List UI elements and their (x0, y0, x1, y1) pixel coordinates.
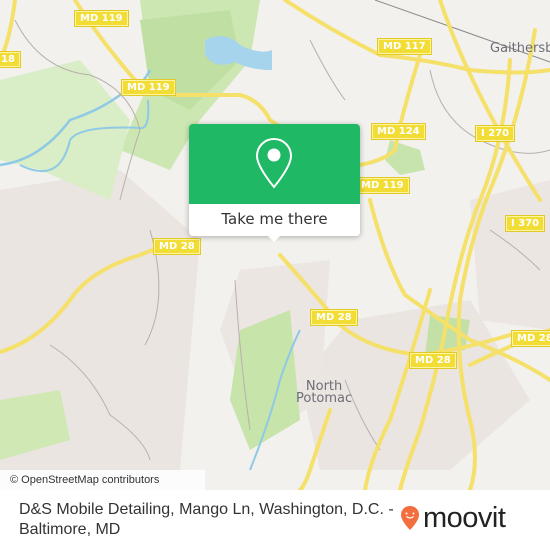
road-shield-md28: MD 28 (153, 238, 201, 255)
location-title: D&S Mobile Detailing, Mango Ln, Washingt… (19, 501, 394, 538)
road-shield-md28: MD 28 (511, 330, 550, 347)
moovit-wordmark: moovit (423, 501, 506, 534)
road-shield-md119: MD 119 (74, 10, 129, 27)
place-label-north-potomac: North Potomac (296, 379, 353, 406)
map-pin-icon (255, 137, 293, 189)
road-shield-md119: MD 119 (121, 79, 176, 96)
road-shield-md28: MD 28 (310, 309, 358, 326)
moovit-pin-icon (401, 506, 419, 530)
footer: D&S Mobile Detailing, Mango Ln, Washingt… (0, 490, 550, 550)
map-tiles (0, 0, 550, 490)
road-shield-md124: MD 124 (371, 123, 426, 140)
road-shield-md117: MD 117 (377, 38, 432, 55)
road-shield-md118: 18 (0, 51, 21, 68)
take-me-there-button[interactable]: Take me there (189, 204, 360, 236)
map-attribution[interactable]: © OpenStreetMap contributors (0, 470, 205, 490)
map[interactable]: MD 119 MD 119 18 MD 117 MD 124 I 270 MD … (0, 0, 550, 490)
road-shield-i370: I 370 (504, 215, 546, 232)
popup-tail (266, 234, 282, 242)
road-shield-md28: MD 28 (409, 352, 457, 369)
road-shield-i270: I 270 (474, 125, 516, 142)
location-popup: Take me there (189, 124, 360, 242)
popup-header (189, 124, 360, 204)
place-label-gaithersburg: Gaithersb (490, 41, 550, 56)
road-shield-md119: MD 119 (355, 177, 410, 194)
moovit-logo[interactable]: moovit (400, 500, 506, 536)
